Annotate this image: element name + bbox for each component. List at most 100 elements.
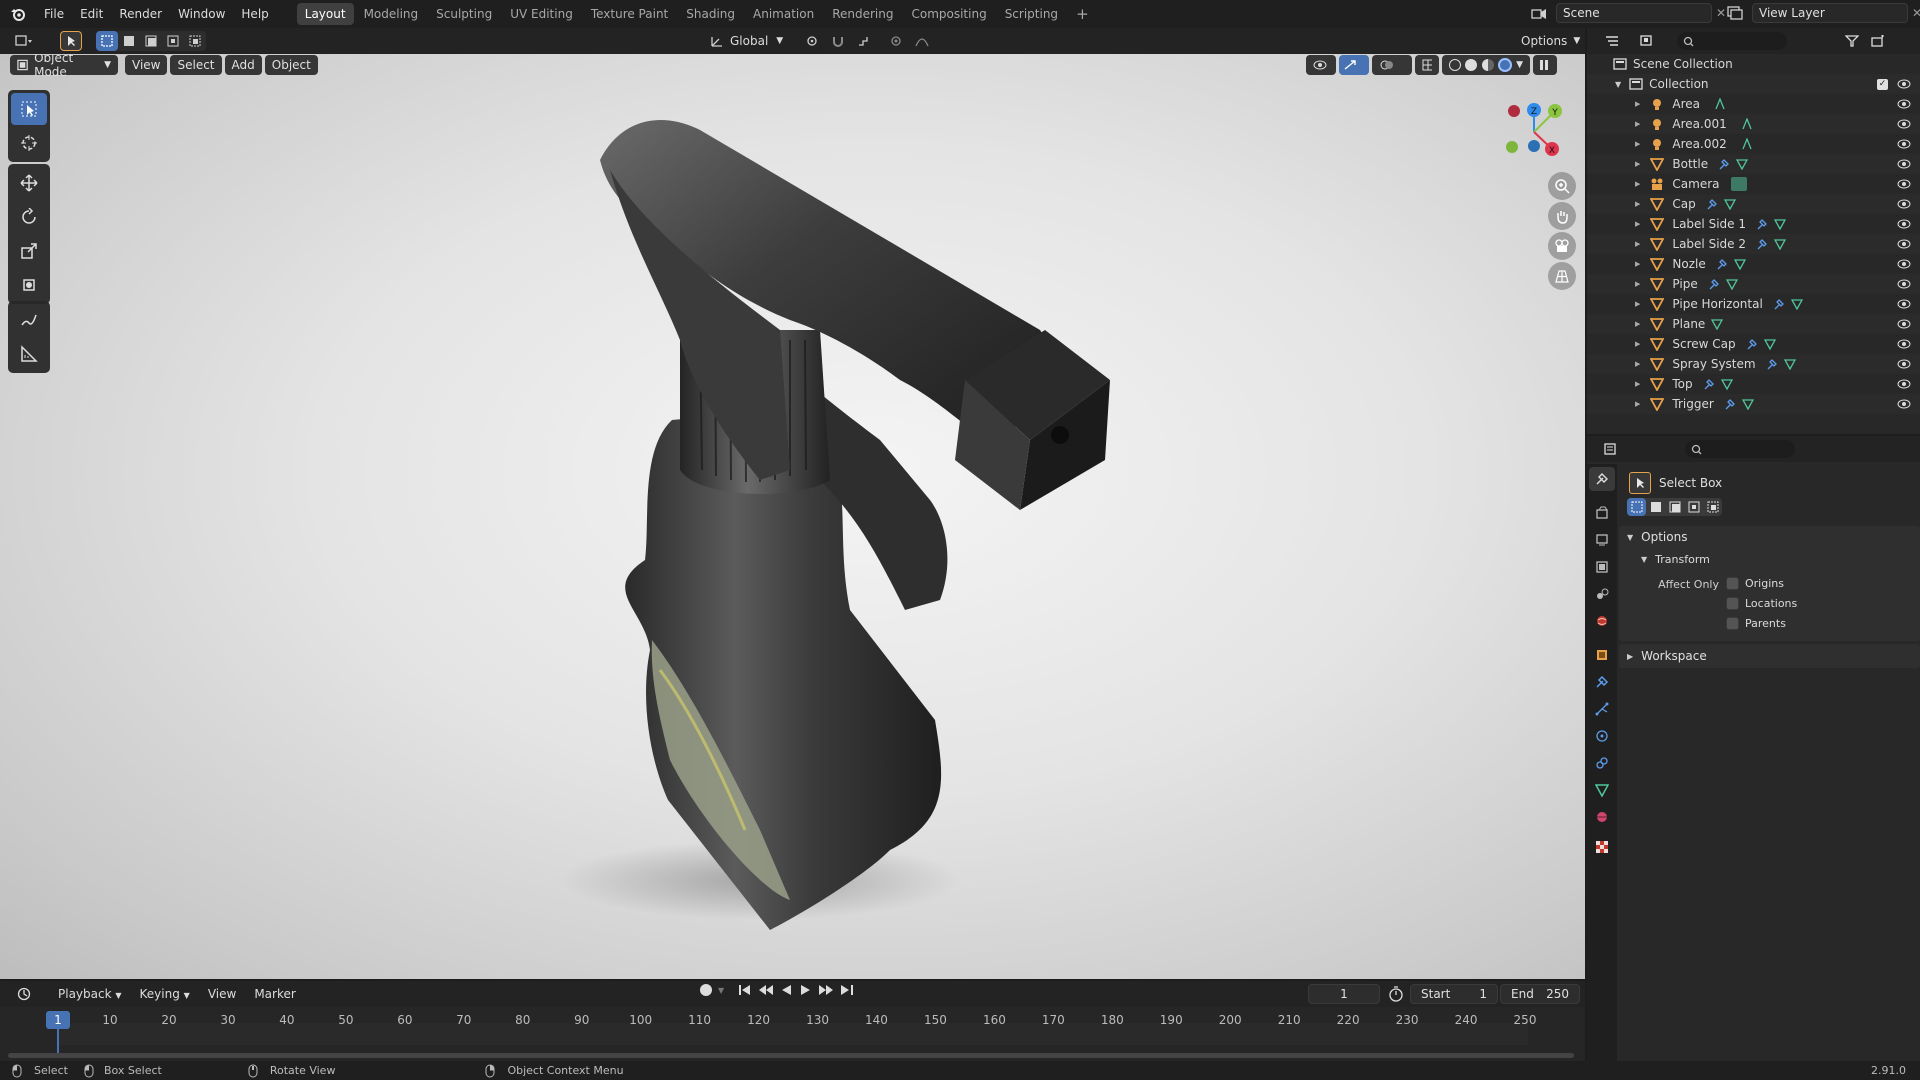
mode-set-icon[interactable] xyxy=(96,31,118,51)
outliner-scene-collection[interactable]: Scene Collection xyxy=(1587,54,1920,74)
eye-icon[interactable] xyxy=(1897,79,1911,89)
object-tab-icon[interactable] xyxy=(1589,643,1615,667)
eye-icon[interactable] xyxy=(1897,159,1911,169)
timeline-scrollbar[interactable] xyxy=(8,1053,1574,1058)
outliner-editor-type-icon[interactable] xyxy=(1597,31,1627,51)
mesh-data-icon[interactable] xyxy=(1741,398,1754,410)
jump-start-icon[interactable] xyxy=(738,984,752,996)
outliner-item[interactable]: ▶ Label Side 1 xyxy=(1587,214,1920,234)
eye-icon[interactable] xyxy=(1897,219,1911,229)
frame-ruler[interactable]: 1102030405060708090100110120130140150160… xyxy=(0,1007,1585,1061)
snap-target-icon[interactable] xyxy=(849,31,879,51)
scene-icon[interactable] xyxy=(1524,3,1554,23)
disclosure-triangle-icon[interactable]: ▶ xyxy=(1635,180,1640,188)
rendered-icon[interactable] xyxy=(1497,58,1512,72)
workspace-panel-header[interactable]: ▶ Workspace xyxy=(1619,644,1920,668)
outliner-item[interactable]: ▶ Trigger xyxy=(1587,394,1920,414)
modifier-wrench-icon[interactable] xyxy=(1703,378,1715,390)
visibility-icon[interactable] xyxy=(1306,55,1336,75)
modifier-tab-icon[interactable] xyxy=(1589,670,1615,694)
mode-subtract-icon[interactable] xyxy=(1665,498,1684,516)
stopwatch-icon[interactable] xyxy=(1388,986,1404,1002)
mesh-data-icon[interactable] xyxy=(1763,338,1776,350)
menu-render[interactable]: Render xyxy=(111,0,170,28)
outliner-item[interactable]: ▶ Area.001 xyxy=(1587,114,1920,134)
mesh-data-icon[interactable] xyxy=(1783,358,1796,370)
disclosure-triangle-icon[interactable]: ▶ xyxy=(1635,260,1640,268)
modifier-wrench-icon[interactable] xyxy=(1724,398,1736,410)
eye-icon[interactable] xyxy=(1897,299,1911,309)
disclosure-triangle-icon[interactable]: ▶ xyxy=(1635,200,1640,208)
modifier-wrench-icon[interactable] xyxy=(1718,158,1730,170)
disclosure-triangle-icon[interactable]: ▶ xyxy=(1635,280,1640,288)
eye-icon[interactable] xyxy=(1897,99,1911,109)
eye-icon[interactable] xyxy=(1897,359,1911,369)
play-icon[interactable] xyxy=(800,984,812,996)
outliner-item[interactable]: ▶ Cap xyxy=(1587,194,1920,214)
eye-icon[interactable] xyxy=(1897,139,1911,149)
options-panel-header[interactable]: ▼ Options xyxy=(1619,526,1920,548)
texture-tab-icon[interactable] xyxy=(1589,835,1615,859)
outliner-search-input[interactable] xyxy=(1677,32,1787,50)
mode-set-icon[interactable] xyxy=(1627,498,1646,516)
disclosure-triangle-icon[interactable]: ▼ xyxy=(1615,80,1621,89)
outliner-item[interactable]: ▶ Screw Cap xyxy=(1587,334,1920,354)
transform-tool-icon[interactable] xyxy=(11,269,47,301)
mesh-data-icon[interactable] xyxy=(1720,378,1733,390)
solid-icon[interactable] xyxy=(1465,59,1478,71)
gizmo-toggle-icon[interactable] xyxy=(1339,55,1369,75)
chevron-down-icon[interactable]: ▼ xyxy=(718,986,724,995)
pan-hand-icon[interactable] xyxy=(1548,202,1576,230)
menu-marker[interactable]: Marker xyxy=(246,983,303,1005)
tab-animation[interactable]: Animation xyxy=(745,3,822,25)
outliner-item[interactable]: ▶ Area.002 xyxy=(1587,134,1920,154)
mesh-data-icon[interactable] xyxy=(1725,278,1738,290)
scene-tab-icon[interactable] xyxy=(1589,582,1615,606)
material-preview-icon[interactable] xyxy=(1481,59,1494,71)
mode-invert-icon[interactable] xyxy=(1684,498,1703,516)
chevron-down-icon[interactable]: ▼ xyxy=(1516,60,1523,70)
mesh-data-icon[interactable] xyxy=(1773,218,1786,230)
pause-render-icon[interactable] xyxy=(1533,55,1557,75)
disclosure-triangle-icon[interactable]: ▶ xyxy=(1635,380,1640,388)
editor-type-icon[interactable] xyxy=(8,31,40,51)
jump-end-icon[interactable] xyxy=(840,984,854,996)
record-icon[interactable] xyxy=(700,984,712,996)
wireframe-icon[interactable] xyxy=(1449,59,1461,71)
falloff-icon[interactable] xyxy=(907,31,937,51)
view-layer-tab-icon[interactable] xyxy=(1589,555,1615,579)
modifier-wrench-icon[interactable] xyxy=(1773,298,1785,310)
menu-keying[interactable]: Keying ▼ xyxy=(132,983,198,1005)
mode-extend-icon[interactable] xyxy=(118,31,140,51)
origins-check-box[interactable] xyxy=(1726,577,1739,590)
world-tab-icon[interactable] xyxy=(1589,609,1615,633)
jump-keyframe-back-icon[interactable] xyxy=(758,984,774,996)
outliner-collection[interactable]: ▼ Collection ✓ xyxy=(1587,74,1920,94)
light-data-icon[interactable] xyxy=(1741,118,1753,130)
tab-texture-paint[interactable]: Texture Paint xyxy=(583,3,676,25)
origins-checkbox[interactable]: Origins xyxy=(1726,577,1784,590)
blender-logo-icon[interactable] xyxy=(0,0,36,28)
menu-file[interactable]: File xyxy=(36,0,72,28)
particles-tab-icon[interactable] xyxy=(1589,697,1615,721)
3d-viewport[interactable]: Object Mode ▼ View Select Add Object ▼ Z… xyxy=(0,54,1585,979)
transform-orientation-dropdown[interactable]: Global ▼ xyxy=(704,31,789,51)
eye-icon[interactable] xyxy=(1897,339,1911,349)
constraints-tab-icon[interactable] xyxy=(1589,751,1615,775)
eye-icon[interactable] xyxy=(1897,319,1911,329)
disclosure-triangle-icon[interactable]: ▶ xyxy=(1635,100,1640,108)
end-frame-field[interactable]: End 250 xyxy=(1500,984,1580,1004)
output-tab-icon[interactable] xyxy=(1589,528,1615,552)
modifier-wrench-icon[interactable] xyxy=(1756,238,1768,250)
menu-window[interactable]: Window xyxy=(170,0,233,28)
tab-sculpting[interactable]: Sculpting xyxy=(428,3,500,25)
disclosure-triangle-icon[interactable]: ▶ xyxy=(1635,360,1640,368)
disclosure-triangle-icon[interactable]: ▶ xyxy=(1635,320,1640,328)
physics-tab-icon[interactable] xyxy=(1589,724,1615,748)
display-mode-icon[interactable] xyxy=(1633,31,1663,51)
disclosure-triangle-icon[interactable]: ▶ xyxy=(1635,400,1640,408)
data-tab-icon[interactable] xyxy=(1589,778,1615,802)
eye-icon[interactable] xyxy=(1897,379,1911,389)
collection-checkbox[interactable]: ✓ xyxy=(1877,78,1888,90)
eye-icon[interactable] xyxy=(1897,279,1911,289)
